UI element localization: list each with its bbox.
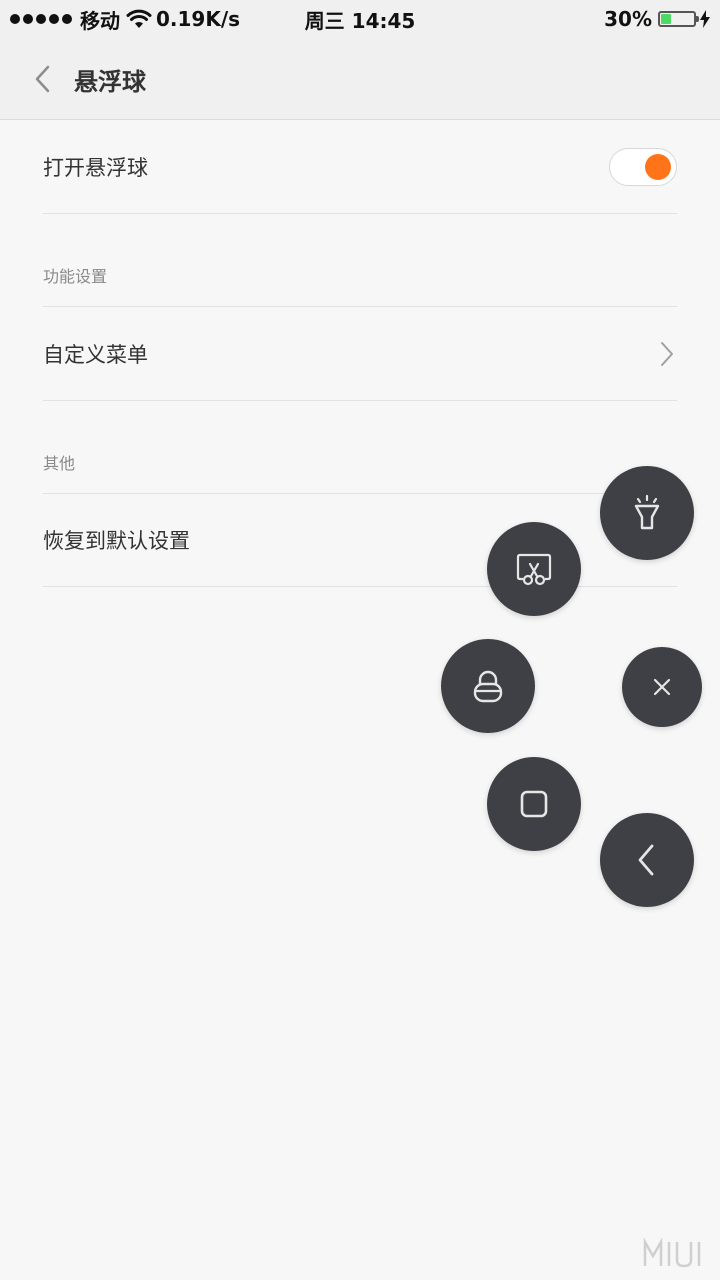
lock-icon [473,670,503,703]
screenshot-button[interactable] [487,522,581,616]
restore-defaults-row[interactable]: 恢复到默认设置 [43,494,677,587]
home-button[interactable] [487,757,581,851]
back-button[interactable] [20,54,64,104]
back-nav-button[interactable] [600,813,694,907]
screenshot-scissors-icon [516,553,552,586]
battery-icon [658,11,699,27]
page-title: 悬浮球 [74,67,146,96]
custom-menu-row[interactable]: 自定义菜单 [43,307,677,401]
section-header-function: 功能设置 [43,214,677,307]
section-header-other: 其他 [43,401,677,494]
close-icon [653,678,671,696]
section-function-label: 功能设置 [43,267,108,286]
floating-ball-toggle[interactable] [609,148,677,186]
custom-menu-label: 自定义菜单 [43,342,148,367]
flashlight-button[interactable] [600,466,694,560]
status-bar: 移动 0.19K/s 周三 14:45 30% [0,0,720,38]
chevron-right-icon [657,340,677,368]
title-bar: 悬浮球 [0,38,720,120]
back-arrow-icon [638,844,654,876]
restore-label: 恢复到默认设置 [43,529,190,553]
battery-percent: 30% [604,7,652,31]
lock-screen-button[interactable] [441,639,535,733]
toggle-label: 打开悬浮球 [43,156,148,180]
section-other-label: 其他 [43,454,76,473]
miui-watermark-logo [642,1236,714,1272]
toggle-knob [645,154,671,180]
close-menu-button[interactable] [622,647,702,727]
status-right: 30% [604,0,710,38]
toggle-row-floating-ball[interactable]: 打开悬浮球 [43,121,677,214]
status-time: 周三 14:45 [304,8,416,33]
charging-bolt-icon [700,10,710,28]
chevron-left-icon [35,65,50,93]
flashlight-icon [634,494,660,530]
square-icon [520,790,548,818]
